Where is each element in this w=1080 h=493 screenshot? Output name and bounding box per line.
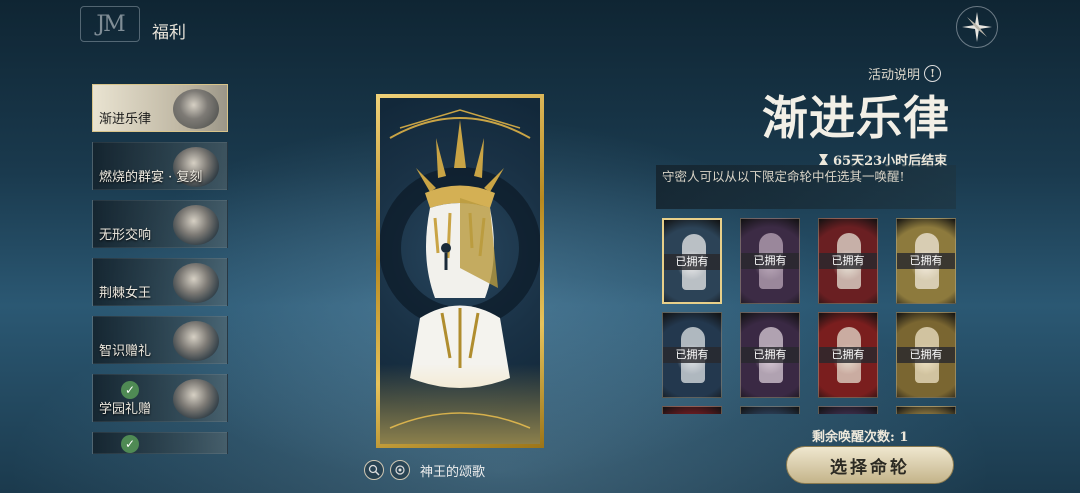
- owned-badge: 已拥有: [741, 253, 799, 269]
- sidebar-item-label: 燃烧的群宴 · 复刻: [99, 170, 203, 185]
- fate-wheel-tile[interactable]: 已拥有: [896, 218, 956, 304]
- owned-badge: 已拥有: [897, 253, 955, 269]
- fate-wheel-tile[interactable]: [740, 406, 800, 414]
- sidebar-item-burning-feast[interactable]: 燃烧的群宴 · 复刻: [92, 142, 228, 190]
- sidebar-item-label: 无形交响: [99, 228, 152, 243]
- sidebar-item-wisdom-gift[interactable]: 智识赠礼: [92, 316, 228, 364]
- event-sidebar: 渐进乐律 燃烧的群宴 · 复刻 无形交响 荆棘女王 智识赠礼 ✓ 学园礼赠 ✓: [92, 84, 232, 464]
- page-title: 福利: [152, 23, 186, 43]
- checkmark-icon: ✓: [121, 435, 139, 453]
- magnifier-icon: [368, 464, 380, 476]
- fate-wheel-tile[interactable]: 已拥有: [818, 218, 878, 304]
- sidebar-item-formless-symphony[interactable]: 无形交响: [92, 200, 228, 248]
- fate-wheel-tile[interactable]: [818, 406, 878, 414]
- sidebar-item-label: 智识赠礼: [99, 344, 152, 359]
- event-thumbnail: [173, 205, 219, 245]
- event-description: 守密人可以从以下限定命轮中任选其一唤醒!: [656, 165, 956, 209]
- rules-link[interactable]: 活动说明 !: [868, 64, 942, 83]
- featured-card-frame: [376, 94, 544, 448]
- event-thumbnail: [173, 321, 219, 361]
- event-thumbnail: [173, 263, 219, 303]
- zoom-button[interactable]: [364, 460, 384, 480]
- owned-badge: 已拥有: [819, 347, 877, 363]
- game-logo: JM: [80, 6, 140, 42]
- fate-wheel-tile[interactable]: 已拥有: [740, 312, 800, 398]
- sidebar-item-label: 渐进乐律: [99, 112, 152, 127]
- sidebar-item-progressive-melody[interactable]: 渐进乐律: [92, 84, 228, 132]
- checkmark-icon: ✓: [121, 381, 139, 399]
- rules-label: 活动说明: [868, 68, 921, 83]
- featured-card-art: [380, 98, 540, 444]
- compass-icon: [962, 12, 992, 42]
- card-gold-glow: [380, 364, 540, 444]
- card-name: 神王的颂歌: [420, 464, 486, 480]
- remaining-awakenings: 剩余唤醒次数: 1: [812, 430, 909, 445]
- fate-wheel-tile[interactable]: [896, 406, 956, 414]
- sidebar-item-label: 学园礼赠: [99, 402, 152, 417]
- sidebar-item-academy-gift[interactable]: ✓ 学园礼赠: [92, 374, 228, 422]
- event-thumbnail: [173, 89, 219, 129]
- select-fate-wheel-button[interactable]: 选择命轮: [786, 446, 954, 484]
- owned-badge: 已拥有: [664, 254, 720, 270]
- info-icon: !: [924, 65, 942, 82]
- fate-wheel-tile[interactable]: 已拥有: [662, 312, 722, 398]
- sidebar-item-thorn-queen[interactable]: 荆棘女王: [92, 258, 228, 306]
- fate-wheel-tile[interactable]: 已拥有: [818, 312, 878, 398]
- compass-home-button[interactable]: [956, 6, 998, 48]
- owned-badge: 已拥有: [819, 253, 877, 269]
- sidebar-item-label: 荆棘女王: [99, 286, 152, 301]
- fate-wheel-tile[interactable]: 已拥有: [896, 312, 956, 398]
- target-view-button[interactable]: [390, 460, 410, 480]
- owned-badge: 已拥有: [741, 347, 799, 363]
- fate-wheel-tile[interactable]: 已拥有: [662, 218, 722, 304]
- fate-wheel-tile[interactable]: [662, 406, 722, 414]
- owned-badge: 已拥有: [663, 347, 721, 363]
- sidebar-item-partial[interactable]: ✓: [92, 432, 228, 454]
- owned-badge: 已拥有: [897, 347, 955, 363]
- fate-wheel-grid: 已拥有 已拥有 已拥有 已拥有 已拥有 已拥有 已拥有 已拥有: [662, 218, 958, 414]
- event-thumbnail: [173, 379, 219, 419]
- event-title: 渐进乐律: [762, 91, 950, 145]
- card-toolbar: 神王的颂歌: [364, 460, 485, 480]
- fate-wheel-tile[interactable]: 已拥有: [740, 218, 800, 304]
- crosshair-icon: [395, 465, 405, 475]
